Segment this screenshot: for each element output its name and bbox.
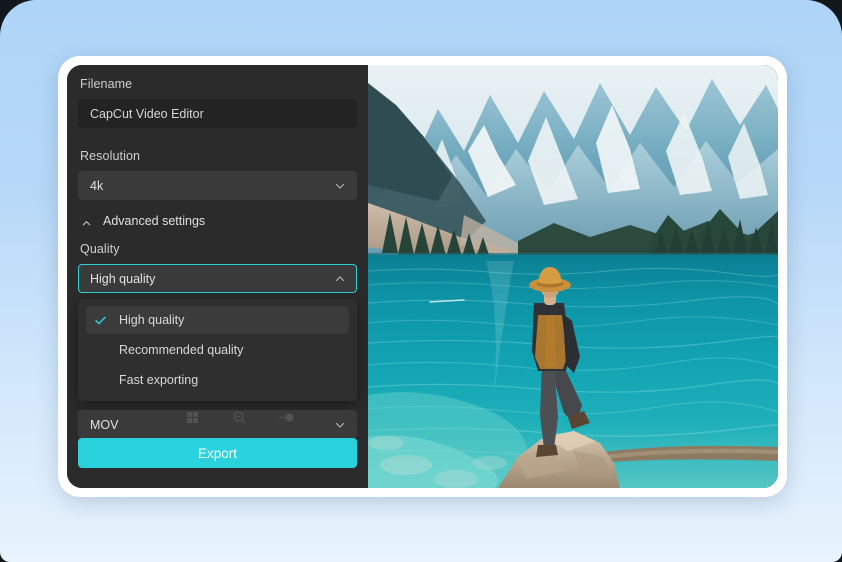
quality-option-high[interactable]: High quality bbox=[86, 306, 349, 334]
quality-label: Quality bbox=[80, 242, 120, 256]
preview-image bbox=[368, 65, 778, 488]
quality-option-label: High quality bbox=[119, 313, 185, 327]
check-icon bbox=[94, 314, 107, 327]
advanced-settings-label: Advanced settings bbox=[103, 214, 206, 228]
advanced-settings-toggle[interactable]: Advanced settings bbox=[81, 214, 357, 228]
chevron-up-icon bbox=[334, 273, 346, 285]
quality-option-recommended[interactable]: Recommended quality bbox=[86, 336, 349, 364]
format-select[interactable]: MOV bbox=[78, 410, 357, 439]
resolution-select[interactable]: 4k bbox=[78, 171, 357, 200]
quality-value: High quality bbox=[90, 271, 156, 286]
filename-label: Filename bbox=[80, 77, 133, 91]
filename-input[interactable]: CapCut Video Editor bbox=[78, 99, 357, 128]
resolution-label: Resolution bbox=[80, 149, 141, 163]
app-window-frame: Filename CapCut Video Editor Resolution … bbox=[58, 56, 787, 497]
quality-dropdown-menu: High quality Recommended quality Fast ex… bbox=[78, 299, 357, 401]
filename-value: CapCut Video Editor bbox=[90, 106, 204, 121]
chevron-up-icon bbox=[81, 216, 92, 227]
chevron-down-icon bbox=[334, 180, 346, 192]
quality-option-label: Fast exporting bbox=[119, 373, 199, 387]
resolution-value: 4k bbox=[90, 178, 104, 193]
chevron-down-icon bbox=[334, 419, 346, 431]
quality-option-fast[interactable]: Fast exporting bbox=[86, 366, 349, 394]
format-value: MOV bbox=[90, 417, 119, 432]
export-button-label: Export bbox=[197, 445, 238, 461]
export-settings-panel: Filename CapCut Video Editor Resolution … bbox=[67, 65, 368, 488]
app-window: Filename CapCut Video Editor Resolution … bbox=[67, 65, 778, 488]
video-preview[interactable] bbox=[368, 65, 778, 488]
export-button[interactable]: Export bbox=[78, 438, 357, 468]
quality-select[interactable]: High quality bbox=[78, 264, 357, 293]
quality-option-label: Recommended quality bbox=[119, 343, 244, 357]
